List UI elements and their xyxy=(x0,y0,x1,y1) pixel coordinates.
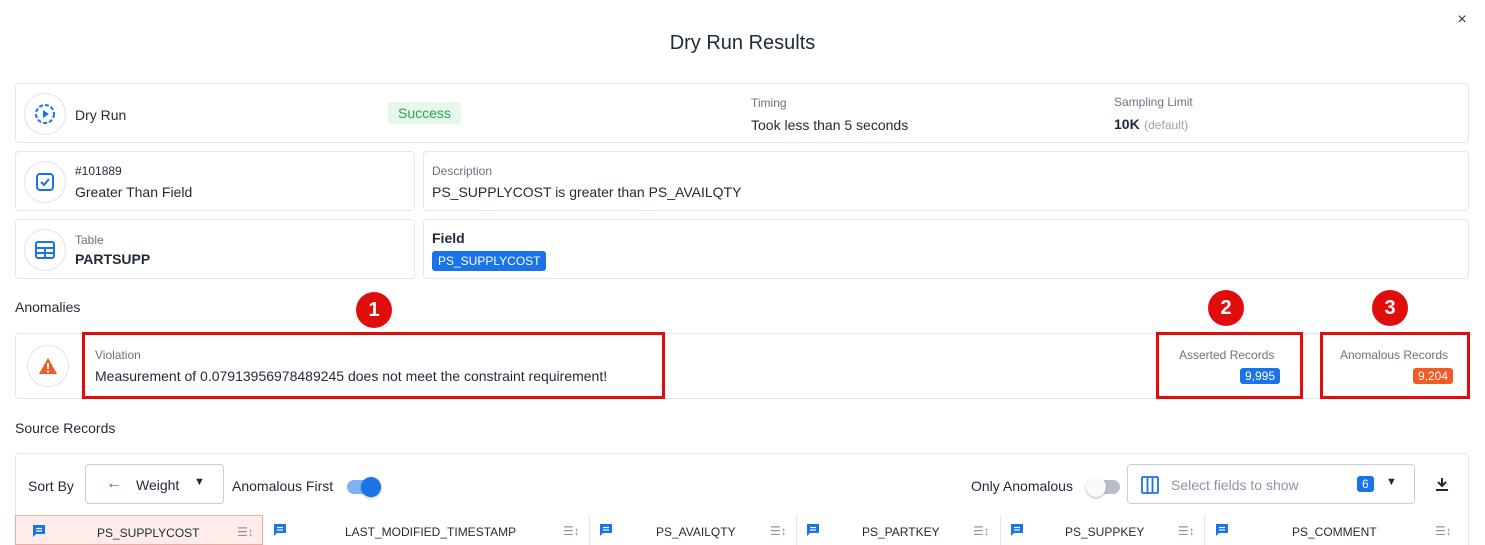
table-icon xyxy=(24,229,66,271)
comment-icon xyxy=(599,523,613,542)
caret-down-icon: ▼ xyxy=(194,476,205,488)
column-header-label: PS_PARTKEY xyxy=(862,525,940,539)
anomalous-first-toggle[interactable] xyxy=(347,477,381,497)
callout-box-anomalous xyxy=(1320,332,1470,399)
column-header-label: PS_SUPPLYCOST xyxy=(97,526,200,540)
only-anomalous-toggle[interactable] xyxy=(1086,477,1120,497)
download-icon[interactable] xyxy=(1434,476,1450,492)
callout-number-3: 3 xyxy=(1372,290,1408,326)
anomalies-title: Anomalies xyxy=(15,299,81,315)
dry-run-label: Dry Run xyxy=(75,107,127,123)
field-label: Field xyxy=(432,230,465,246)
column-header[interactable]: LAST_MODIFIED_TIMESTAMP ☰↕ xyxy=(263,515,590,545)
modal-title: Dry Run Results xyxy=(669,32,816,54)
field-chip: PS_SUPPLYCOST xyxy=(432,251,547,271)
check-name: Greater Than Field xyxy=(75,184,193,200)
comment-icon xyxy=(32,524,46,543)
comment-icon xyxy=(806,523,820,542)
table-label: Table xyxy=(75,233,104,247)
warning-icon xyxy=(27,345,69,387)
column-header[interactable]: PS_PARTKEY ☰↕ xyxy=(797,515,1001,545)
sampling-limit-note: (default) xyxy=(1144,118,1189,132)
sort-icon[interactable]: ☰↕ xyxy=(770,524,787,538)
only-anomalous-label: Only Anomalous xyxy=(971,478,1073,494)
check-square-icon xyxy=(24,161,66,203)
callout-number-1: 1 xyxy=(356,292,392,328)
arrow-left-icon: ← xyxy=(106,475,122,492)
table-value: PARTSUPP xyxy=(75,251,151,267)
field-card: Field PS_SUPPLYCOST xyxy=(423,219,1469,279)
sort-by-value: Weight xyxy=(136,477,180,493)
column-header[interactable]: PS_SUPPLYCOST ☰↕ xyxy=(15,515,263,545)
sort-by-select[interactable]: ← Weight ▼ xyxy=(85,464,224,504)
column-header-label: PS_SUPPKEY xyxy=(1065,525,1145,539)
dry-run-summary-card: Dry Run Success Timing Took less than 5 … xyxy=(15,83,1469,143)
sort-by-label: Sort By xyxy=(28,478,74,494)
sampling-limit-value: 10K xyxy=(1114,116,1140,132)
description-card: Description PS_SUPPLYCOST is greater tha… xyxy=(423,151,1469,211)
fields-select-placeholder: Select fields to show xyxy=(1171,477,1299,493)
callout-number-2: 2 xyxy=(1208,290,1244,326)
comment-icon xyxy=(1215,523,1229,542)
sampling-limit-label: Sampling Limit xyxy=(1114,95,1193,109)
column-header[interactable]: PS_AVAILQTY ☰↕ xyxy=(590,515,797,545)
timing-value: Took less than 5 seconds xyxy=(751,117,909,133)
column-header[interactable]: PS_SUPPKEY ☰↕ xyxy=(1001,515,1205,545)
callout-box-asserted xyxy=(1156,332,1303,399)
column-header-label: LAST_MODIFIED_TIMESTAMP xyxy=(345,525,517,539)
table-card: Table PARTSUPP xyxy=(15,219,415,279)
sort-icon[interactable]: ☰↕ xyxy=(973,524,990,538)
sort-icon[interactable]: ☰↕ xyxy=(563,524,580,538)
fields-select[interactable]: Select fields to show 6 ▼ xyxy=(1127,464,1415,504)
anomalous-first-label: Anomalous First xyxy=(232,478,334,494)
status-badge: Success xyxy=(388,102,461,124)
column-header-label: PS_COMMENT xyxy=(1292,525,1377,539)
comment-icon xyxy=(1010,523,1024,542)
close-button[interactable]: × xyxy=(1452,10,1472,30)
callout-box-violation xyxy=(82,332,665,399)
timing-label: Timing xyxy=(751,96,787,110)
play-circle-icon xyxy=(24,93,66,135)
sort-icon[interactable]: ☰↕ xyxy=(1435,524,1452,538)
column-header[interactable]: PS_COMMENT ☰↕ xyxy=(1205,515,1469,545)
columns-icon xyxy=(1141,476,1159,494)
sort-icon[interactable]: ☰↕ xyxy=(237,525,254,539)
column-header-label: PS_AVAILQTY xyxy=(656,525,736,539)
check-id: #101889 xyxy=(75,164,122,178)
caret-down-icon: ▼ xyxy=(1386,476,1397,488)
sort-icon[interactable]: ☰↕ xyxy=(1178,524,1195,538)
comment-icon xyxy=(273,523,287,542)
source-records-title: Source Records xyxy=(15,420,116,436)
description-label: Description xyxy=(432,164,493,178)
check-card: #101889 Greater Than Field xyxy=(15,151,415,211)
fields-count-badge: 6 xyxy=(1357,476,1374,492)
description-value: PS_SUPPLYCOST is greater than PS_AVAILQT… xyxy=(432,184,742,200)
